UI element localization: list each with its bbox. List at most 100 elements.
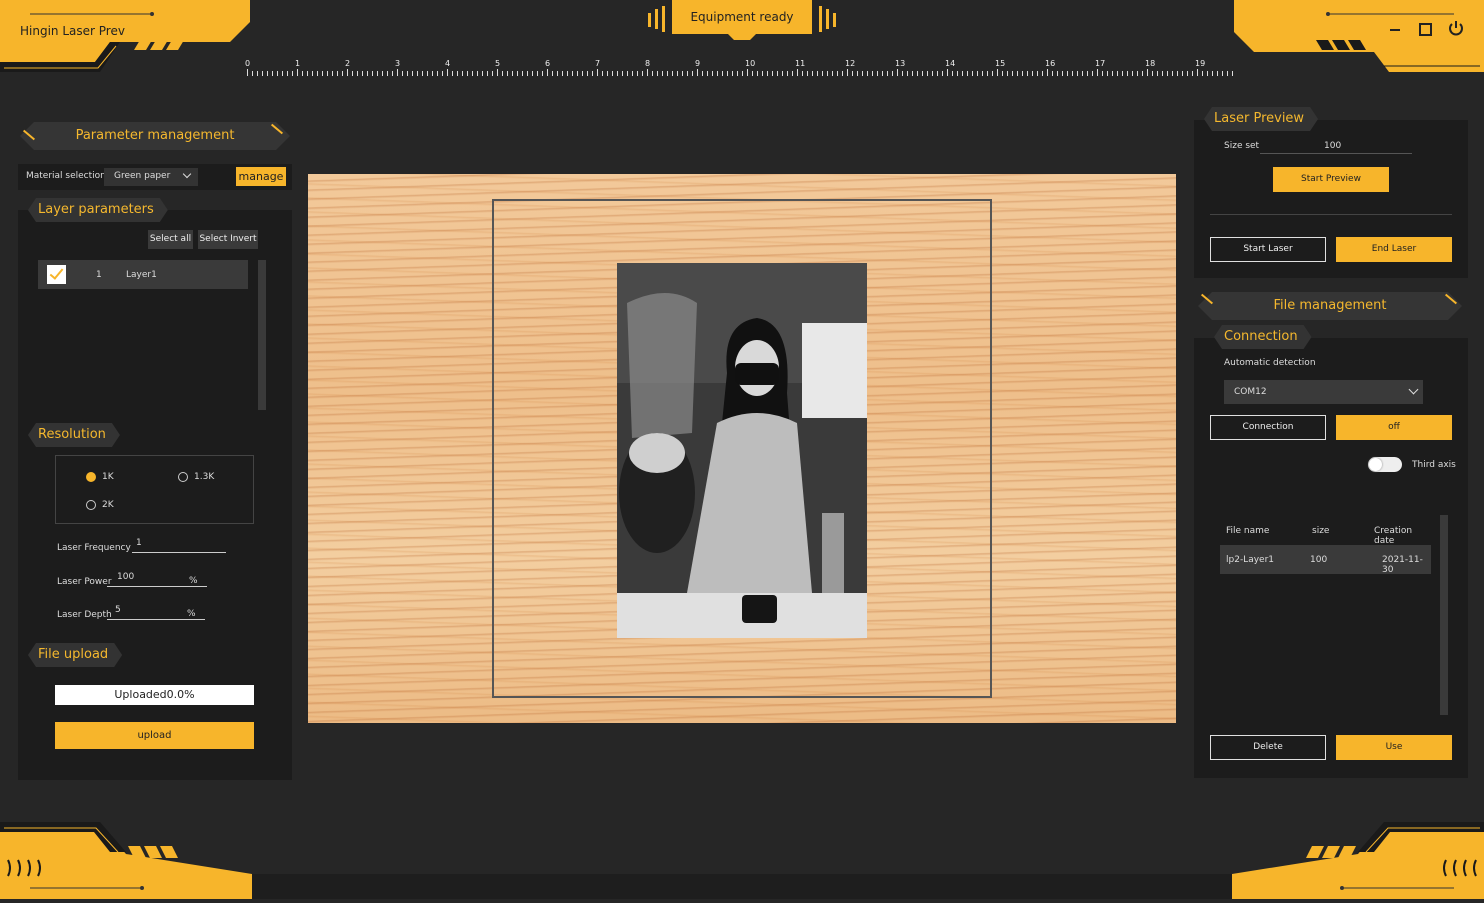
- ruler-tick: [1192, 71, 1193, 76]
- ruler-tick: [917, 71, 918, 76]
- ruler-tick: [1152, 71, 1153, 76]
- laser-power-label: Laser Power: [57, 577, 112, 587]
- ruler-tick: [602, 71, 603, 76]
- ruler-tick: [817, 71, 818, 76]
- layer-name: Layer1: [126, 270, 157, 280]
- manage-button[interactable]: manage: [236, 167, 286, 186]
- layer-parameters-tab: Layer parameters: [28, 198, 168, 222]
- ruler-tick: [1122, 71, 1123, 76]
- start-laser-button[interactable]: Start Laser: [1210, 237, 1326, 262]
- ruler-tick: [982, 71, 983, 76]
- layer-checkbox[interactable]: [47, 265, 66, 284]
- ruler-tick: [867, 71, 868, 76]
- ruler-tick: [277, 71, 278, 76]
- ruler-tick: [287, 71, 288, 76]
- ruler-tick: [1007, 71, 1008, 76]
- ruler-tick: [1047, 69, 1048, 76]
- ruler-tick: [1117, 71, 1118, 76]
- ruler-label: 8: [645, 59, 651, 68]
- ruler-tick: [512, 71, 513, 76]
- select-all-button[interactable]: Select all: [148, 230, 193, 249]
- layer-row[interactable]: 1 Layer1: [38, 260, 248, 289]
- radio-1k[interactable]: [86, 472, 96, 482]
- bottom-right-frame: [1224, 822, 1484, 899]
- size-set-input[interactable]: 100: [1260, 139, 1412, 154]
- radio-2k[interactable]: [86, 500, 96, 510]
- laser-depth-input[interactable]: 5 %: [107, 605, 205, 620]
- ruler-tick: [747, 69, 748, 76]
- ruler-tick: [527, 71, 528, 76]
- ruler-tick: [247, 69, 248, 76]
- ruler-tick: [737, 71, 738, 76]
- work-area-canvas[interactable]: [308, 174, 1176, 723]
- ruler-tick: [497, 69, 498, 76]
- laser-depth-label: Laser Depth: [57, 610, 112, 620]
- file-management-header: File management: [1198, 292, 1462, 320]
- bottom-bar: [252, 874, 1232, 899]
- laser-power-input[interactable]: 100 %: [107, 572, 207, 587]
- ruler-tick: [572, 71, 573, 76]
- upload-button[interactable]: upload: [55, 722, 254, 749]
- radio-1-3k-label: 1.3K: [194, 472, 215, 482]
- resolution-tab: Resolution: [28, 423, 120, 447]
- connection-button[interactable]: Connection: [1210, 415, 1326, 440]
- preview-image[interactable]: [617, 263, 867, 638]
- ruler-label: 3: [395, 59, 401, 68]
- file-table-scrollbar[interactable]: [1440, 515, 1448, 715]
- use-button[interactable]: Use: [1336, 735, 1452, 760]
- ruler-tick: [547, 69, 548, 76]
- port-select[interactable]: COM12: [1224, 380, 1423, 404]
- ruler-tick: [1212, 71, 1213, 76]
- ruler-tick: [272, 71, 273, 76]
- file-management-title: File management: [1273, 298, 1387, 313]
- material-select[interactable]: Green paper: [104, 168, 198, 186]
- ruler-tick: [1067, 71, 1068, 76]
- off-button[interactable]: off: [1336, 415, 1452, 440]
- table-row[interactable]: lp2-Layer1 100 2021-11-30: [1220, 545, 1431, 575]
- ruler-tick: [297, 69, 298, 76]
- ruler-tick: [292, 71, 293, 76]
- ruler-tick: [1202, 71, 1203, 76]
- ruler-tick: [987, 71, 988, 76]
- ruler-tick: [677, 71, 678, 76]
- end-laser-button[interactable]: End Laser: [1336, 237, 1452, 262]
- automatic-detection-label: Automatic detection: [1224, 358, 1316, 368]
- third-axis-toggle[interactable]: [1368, 457, 1402, 472]
- ruler-tick: [902, 71, 903, 76]
- delete-button[interactable]: Delete: [1210, 735, 1326, 760]
- ruler-tick: [967, 71, 968, 76]
- laser-frequency-label: Laser Frequency: [57, 543, 131, 553]
- ruler-tick: [327, 71, 328, 76]
- ruler-tick: [642, 71, 643, 76]
- ruler-tick: [977, 71, 978, 76]
- ruler-tick: [517, 71, 518, 76]
- ruler-tick: [777, 71, 778, 76]
- ruler-tick: [617, 71, 618, 76]
- chevron-down-icon: [182, 169, 192, 179]
- start-preview-button[interactable]: Start Preview: [1273, 167, 1389, 192]
- connection-tab: Connection: [1214, 325, 1312, 349]
- ruler-tick: [352, 71, 353, 76]
- ruler-tick: [772, 71, 773, 76]
- ruler-tick: [697, 69, 698, 76]
- ruler-tick: [252, 71, 253, 76]
- ruler-tick: [1182, 71, 1183, 76]
- radio-1-3k[interactable]: [178, 472, 188, 482]
- ruler-tick: [442, 71, 443, 76]
- ruler-tick: [1137, 71, 1138, 76]
- ruler-tick: [1102, 71, 1103, 76]
- ruler-tick: [1022, 71, 1023, 76]
- ruler-tick: [1002, 71, 1003, 76]
- parameter-management-title: Parameter management: [75, 128, 235, 143]
- layer-list: 1 Layer1: [38, 260, 248, 410]
- ruler-tick: [257, 71, 258, 76]
- ruler-tick: [1157, 71, 1158, 76]
- select-invert-button[interactable]: Select Invert: [198, 230, 258, 249]
- ruler-label: 19: [1195, 59, 1206, 68]
- ruler-label: 12: [845, 59, 856, 68]
- ruler-tick: [562, 71, 563, 76]
- ruler-tick: [767, 71, 768, 76]
- ruler-tick: [347, 69, 348, 76]
- layer-list-scrollbar[interactable]: [258, 260, 266, 410]
- laser-frequency-input[interactable]: 1: [132, 538, 226, 553]
